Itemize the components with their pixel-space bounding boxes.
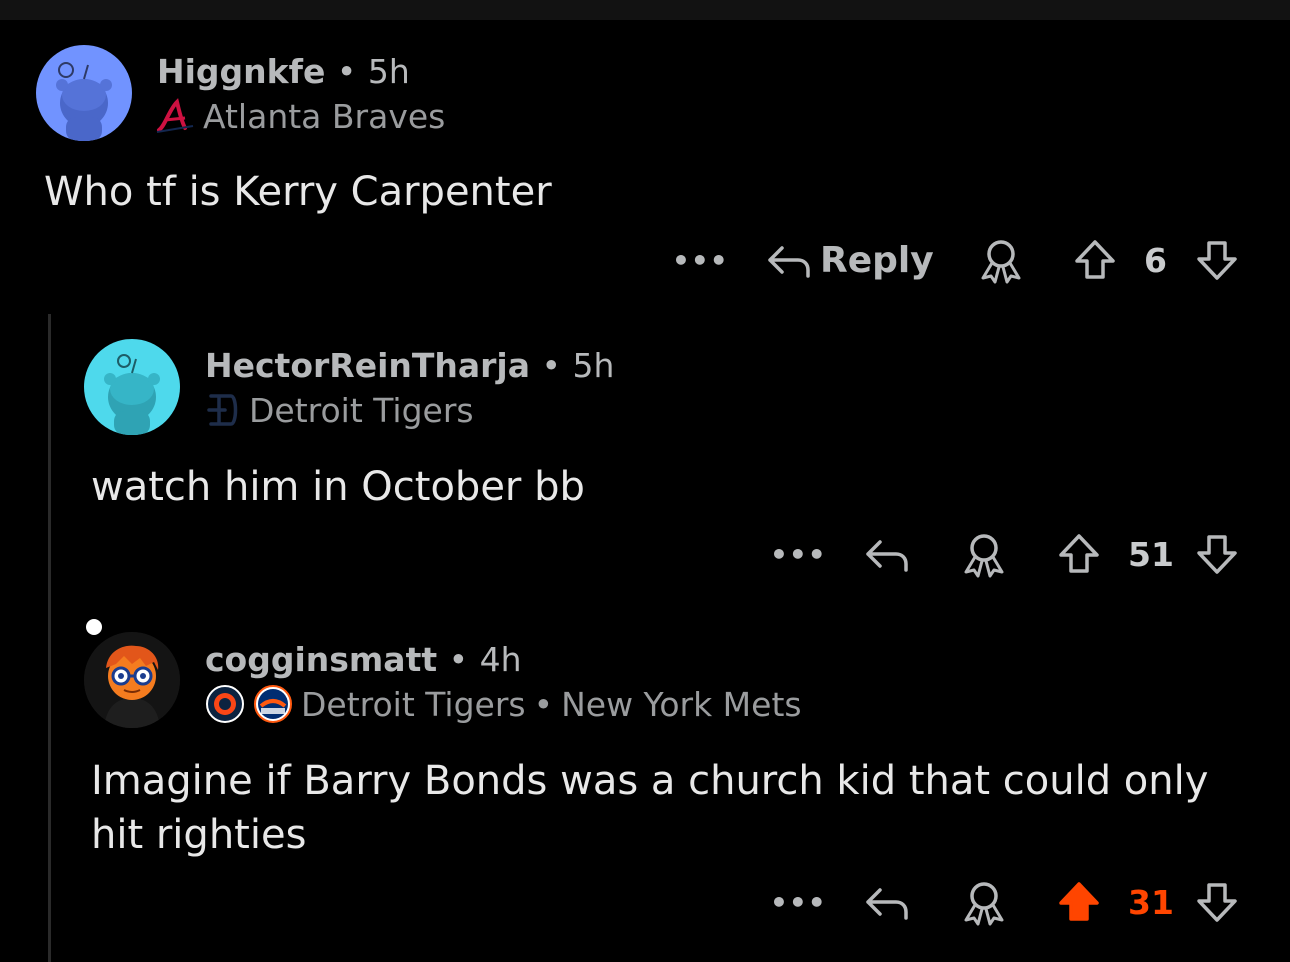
downvote-button[interactable] <box>1194 526 1240 582</box>
comment-body: Who tf is Kerry Carpenter <box>44 169 552 215</box>
separator-dot: • <box>448 640 469 679</box>
avatar[interactable] <box>36 45 132 141</box>
downvote-arrow-icon <box>1197 883 1237 922</box>
flair-team: Atlanta Braves <box>203 96 446 136</box>
award-icon <box>964 882 1004 926</box>
timestamp: 5h <box>367 52 410 91</box>
username[interactable]: cogginsmatt <box>205 640 437 679</box>
vote-score: 51 <box>1128 526 1174 582</box>
tigers-logo-icon <box>207 394 238 426</box>
mets-badge-icon <box>254 685 292 723</box>
more-options-button[interactable]: ••• <box>770 874 827 930</box>
username[interactable]: HectorReinTharja <box>205 346 530 385</box>
comment-body-line: Imagine if Barry Bonds was a church kid … <box>91 758 1209 804</box>
separator-dot: • <box>541 346 561 385</box>
downvote-arrow-icon <box>1197 535 1237 574</box>
upvote-button-active[interactable] <box>1056 874 1102 930</box>
snoo-avatar-icon <box>56 62 112 141</box>
thread-line[interactable] <box>48 314 51 962</box>
comment-header: Higgnkfe • 5h <box>157 52 410 91</box>
reply-button[interactable] <box>864 526 910 582</box>
snoo-avatar-icon <box>104 354 160 435</box>
braves-logo-icon <box>156 98 194 133</box>
custom-avatar-icon <box>84 632 180 728</box>
downvote-button[interactable] <box>1194 232 1240 288</box>
comment-actions: ••• Reply 6 <box>0 232 1290 292</box>
reply-arrow-icon <box>866 888 908 920</box>
award-button[interactable] <box>975 232 1027 288</box>
award-button[interactable] <box>958 526 1010 582</box>
upvote-arrow-filled-icon <box>1059 882 1099 921</box>
username[interactable]: Higgnkfe <box>157 52 325 91</box>
downvote-arrow-icon <box>1197 241 1237 280</box>
separator-dot: • <box>533 684 554 724</box>
comment-body: watch him in October bb <box>91 464 585 510</box>
timestamp: 4h <box>479 640 522 679</box>
more-options-button[interactable]: ••• <box>672 232 729 288</box>
avatar[interactable] <box>84 632 180 728</box>
avatar-orbit-dot <box>86 619 102 635</box>
separator-dot: • <box>336 52 357 91</box>
upvote-button[interactable] <box>1072 232 1118 288</box>
downvote-button[interactable] <box>1194 874 1240 930</box>
flair-team-primary: Detroit Tigers <box>301 684 526 724</box>
more-icon: ••• <box>770 537 827 571</box>
reply-arrow-icon <box>866 540 908 572</box>
upvote-arrow-icon <box>1059 534 1099 573</box>
comment-actions: ••• 51 <box>0 526 1290 586</box>
award-icon <box>964 534 1004 578</box>
more-icon: ••• <box>672 243 729 277</box>
comment-actions: ••• 31 <box>0 874 1290 934</box>
reply-button[interactable] <box>864 874 910 930</box>
reply-button[interactable]: Reply <box>766 232 934 288</box>
upvote-arrow-icon <box>1075 240 1115 279</box>
reply-arrow-icon <box>768 246 810 278</box>
comment-body: Imagine if Barry Bonds was a church kid … <box>91 754 1208 862</box>
tigers-badge-icon <box>206 685 244 723</box>
vote-score: 31 <box>1128 874 1174 930</box>
score-value: 6 <box>1144 240 1167 280</box>
comment-body-line: hit righties <box>91 812 307 858</box>
more-options-button[interactable]: ••• <box>770 526 827 582</box>
flair-team-secondary: New York Mets <box>561 684 802 724</box>
award-button[interactable] <box>958 874 1010 930</box>
comment-header: cogginsmatt • 4h <box>205 640 522 679</box>
avatar[interactable] <box>84 339 180 435</box>
top-bar <box>0 0 1290 20</box>
more-icon: ••• <box>770 885 827 919</box>
upvote-button[interactable] <box>1056 526 1102 582</box>
comment-header: HectorReinTharja • 5h <box>205 346 614 385</box>
user-flair: Atlanta Braves <box>155 96 445 136</box>
reply-label: Reply <box>820 239 934 281</box>
user-flair: Detroit Tigers <box>205 390 474 430</box>
score-value: 51 <box>1128 534 1174 574</box>
score-value: 31 <box>1128 882 1174 922</box>
vote-score: 6 <box>1144 232 1167 288</box>
flair-team: Detroit Tigers <box>249 390 474 430</box>
timestamp: 5h <box>572 346 615 385</box>
user-flair: Detroit Tigers • New York Mets <box>205 684 802 724</box>
award-icon <box>981 240 1021 284</box>
